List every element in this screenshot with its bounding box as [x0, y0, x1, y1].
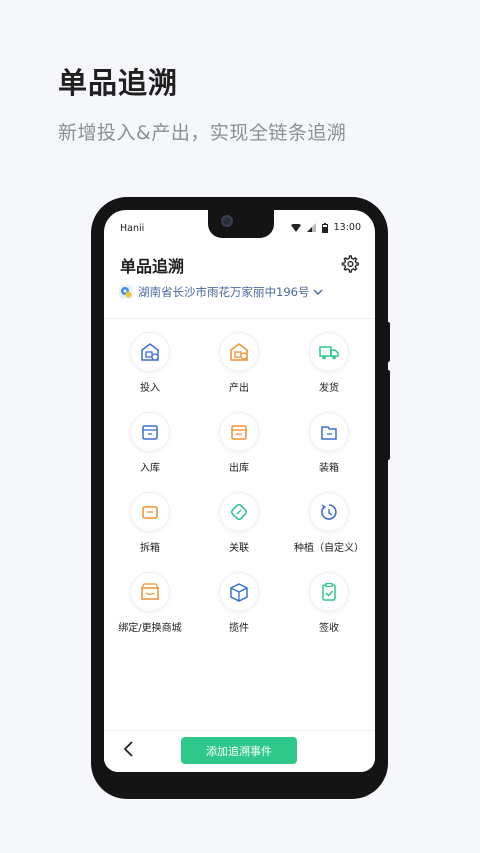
location-pin-icon [119, 285, 133, 299]
action-label: 装箱 [319, 463, 339, 474]
icon-badge [309, 412, 349, 452]
signal-icon [306, 223, 316, 232]
action-label: 签收 [319, 623, 339, 634]
icon-badge [309, 572, 349, 612]
action-label: 绑定/更换商城 [118, 623, 182, 634]
phone-side-button [385, 322, 390, 362]
action-qianshou[interactable]: 签收 [284, 572, 374, 634]
action-zhongzhi[interactable]: 种植（自定义） [284, 492, 374, 554]
wifi-icon [290, 223, 301, 232]
action-guanlian[interactable]: 关联 [194, 492, 284, 554]
icon-badge [130, 412, 170, 452]
gear-icon[interactable] [341, 255, 359, 273]
icon-badge [309, 492, 349, 532]
phone-screen: Hanii 13:00 单品追溯 湖南省长沙市雨花万家丽中196号 投入 产出 … [104, 210, 375, 772]
action-bangding[interactable]: 绑定/更换商城 [105, 572, 195, 634]
divider [104, 318, 375, 319]
action-ruku[interactable]: 入库 [105, 412, 195, 474]
action-label: 关联 [229, 543, 249, 554]
clock-time: 13:00 [333, 222, 361, 233]
link-icon [230, 503, 248, 521]
action-chanchu[interactable]: 产出 [194, 332, 284, 394]
battery-icon [321, 222, 328, 233]
action-label: 投入 [140, 383, 160, 394]
action-lanjian[interactable]: 揽件 [194, 572, 284, 634]
inbound-box-icon [142, 425, 158, 440]
add-trace-event-button[interactable]: 添加追溯事件 [181, 737, 297, 764]
icon-badge [219, 492, 259, 532]
promo-title: 单品追溯 [58, 66, 179, 100]
icon-badge [130, 572, 170, 612]
bottom-bar: 添加追溯事件 [104, 730, 375, 772]
icon-badge [219, 412, 259, 452]
warehouse-out-icon [230, 343, 248, 361]
action-chuku[interactable]: 出库 [194, 412, 284, 474]
icon-badge [130, 332, 170, 372]
action-label: 种植（自定义） [294, 543, 364, 554]
icon-badge [309, 332, 349, 372]
app-title: 单品追溯 [120, 257, 185, 276]
location-selector[interactable]: 湖南省长沙市雨花万家丽中196号 [118, 284, 323, 300]
phone-notch [208, 208, 274, 238]
promo-subtitle: 新增投入&产出，实现全链条追溯 [58, 122, 347, 144]
pack-box-icon [321, 426, 337, 440]
icon-badge [130, 492, 170, 532]
clipboard-check-icon [322, 582, 336, 601]
store-bind-icon [141, 583, 159, 600]
phone-side-button [385, 370, 390, 460]
outbound-box-icon [231, 425, 247, 440]
action-label: 入库 [140, 463, 160, 474]
truck-icon [319, 346, 339, 360]
action-zhuangxiang[interactable]: 装箱 [284, 412, 374, 474]
action-chaixiang[interactable]: 拆箱 [105, 492, 195, 554]
plant-cycle-icon [321, 504, 337, 520]
chevron-down-icon [313, 289, 323, 296]
action-label: 产出 [229, 383, 249, 394]
icon-badge [219, 572, 259, 612]
icon-badge [219, 332, 259, 372]
action-touru[interactable]: 投入 [105, 332, 195, 394]
action-label: 拆箱 [140, 543, 160, 554]
action-label: 出库 [229, 463, 249, 474]
location-text: 湖南省长沙市雨花万家丽中196号 [138, 285, 310, 299]
front-camera [221, 215, 233, 227]
action-label: 揽件 [229, 623, 249, 634]
unpack-box-icon [142, 506, 158, 519]
back-arrow-icon[interactable] [122, 740, 136, 758]
parcel-icon [230, 583, 248, 602]
carrier-label: Hanii [120, 223, 145, 234]
action-fahuo[interactable]: 发货 [284, 332, 374, 394]
warehouse-in-icon [141, 343, 159, 361]
action-label: 发货 [319, 383, 339, 394]
